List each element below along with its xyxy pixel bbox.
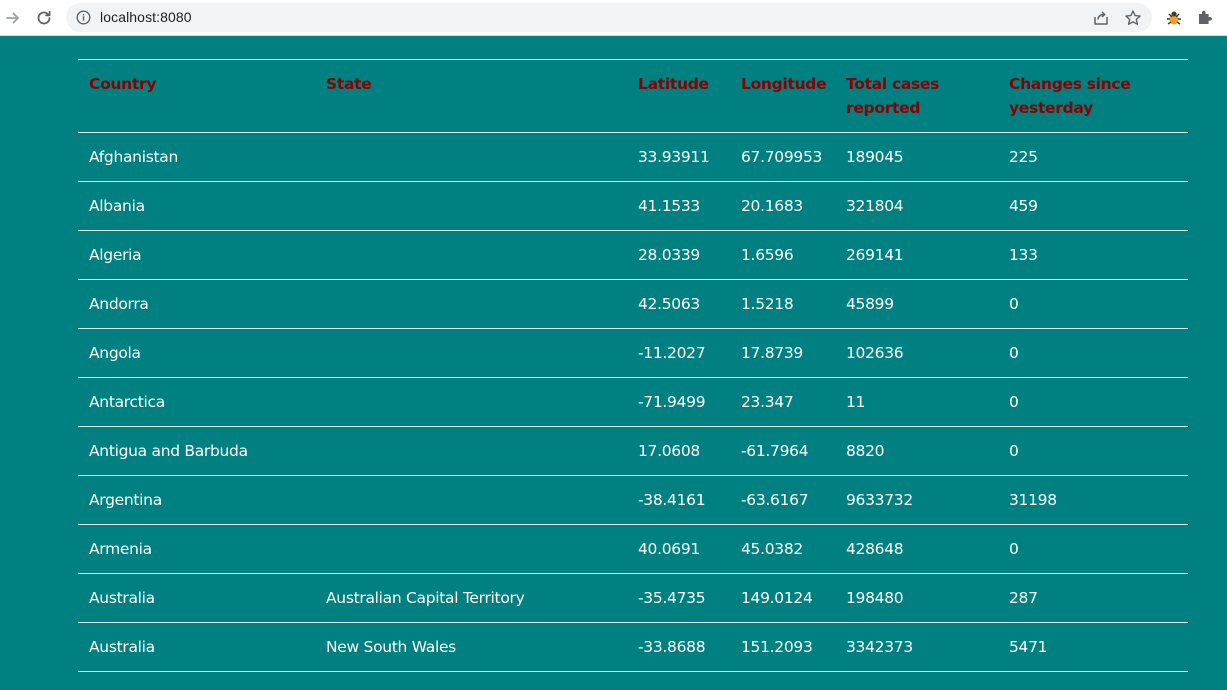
extension-bug-icon[interactable] (1164, 8, 1184, 28)
table-header-row: Country State Latitude Longitude Total c… (78, 59, 1188, 133)
cell-country: Antarctica (89, 393, 165, 411)
cell-changes: 225 (1009, 148, 1038, 166)
header-latitude: Latitude (638, 75, 709, 93)
table-row: Antigua and Barbuda 17.0608 -61.7964 8820 0 (78, 427, 1188, 476)
cell-country: Algeria (89, 246, 142, 264)
table-row: Algeria 28.0339 1.6596 269141 133 (78, 231, 1188, 280)
cell-state (315, 427, 627, 476)
cell-state (315, 182, 627, 231)
cell-longitude: 1.6596 (741, 246, 794, 264)
cell-country: Albania (89, 197, 145, 215)
cell-longitude: 149.0124 (741, 589, 813, 607)
cell-total-cases: 189045 (846, 148, 904, 166)
cell-latitude: -35.4735 (638, 589, 706, 607)
cell-total-cases: 8820 (846, 442, 885, 460)
cell-country: Afghanistan (89, 148, 178, 166)
cell-changes: 0 (1009, 442, 1019, 460)
cell-latitude: 28.0339 (638, 246, 700, 264)
puzzle-icon[interactable] (1196, 8, 1214, 26)
cell-country: Australia (89, 638, 155, 656)
cell-state (315, 133, 627, 182)
browser-toolbar: localhost:8080 (0, 0, 1227, 36)
cell-country: Argentina (89, 491, 162, 509)
page-content: Country State Latitude Longitude Total c… (0, 36, 1227, 690)
cell-changes: 0 (1009, 540, 1019, 558)
cell-total-cases: 198480 (846, 589, 904, 607)
cell-total-cases: 321804 (846, 197, 904, 215)
cell-country: Angola (89, 344, 141, 362)
reload-button[interactable] (32, 6, 56, 30)
cell-latitude: 40.0691 (638, 540, 700, 558)
cell-total-cases: 428648 (846, 540, 904, 558)
cell-state: New South Wales (326, 638, 456, 656)
address-bar[interactable]: localhost:8080 (66, 3, 1152, 32)
cell-latitude: 33.93911 (638, 148, 710, 166)
cell-total-cases: 3342373 (846, 638, 913, 656)
cell-total-cases: 11 (846, 393, 866, 411)
cell-changes: 0 (1009, 344, 1019, 362)
cell-state (315, 280, 627, 329)
cell-longitude: -61.7964 (741, 442, 809, 460)
cell-latitude: -71.9499 (638, 393, 706, 411)
table-row: Antarctica -71.9499 23.347 11 0 (78, 378, 1188, 427)
cell-country: Antigua and Barbuda (89, 442, 248, 460)
star-icon[interactable] (1124, 9, 1142, 27)
cell-changes: 0 (1009, 393, 1019, 411)
header-state: State (326, 75, 372, 93)
table-row: Albania 41.1533 20.1683 321804 459 (78, 182, 1188, 231)
cell-longitude: 1.5218 (741, 295, 794, 313)
header-country: Country (89, 75, 157, 93)
cell-changes: 133 (1009, 246, 1038, 264)
cell-country: Andorra (89, 295, 149, 313)
info-icon[interactable] (76, 10, 91, 25)
cell-longitude: 45.0382 (741, 540, 803, 558)
table-body: Afghanistan 33.93911 67.709953 189045 225 Alb… (78, 133, 1188, 672)
back-button[interactable] (1, 6, 25, 30)
cell-longitude: 151.2093 (741, 638, 813, 656)
cell-state (315, 378, 627, 427)
table-row: Angola -11.2027 17.8739 102636 0 (78, 329, 1188, 378)
cell-longitude: 67.709953 (741, 148, 823, 166)
table-row: Afghanistan 33.93911 67.709953 189045 225 (78, 133, 1188, 182)
cell-state (315, 231, 627, 280)
cell-total-cases: 9633732 (846, 491, 913, 509)
cell-changes: 459 (1009, 197, 1038, 215)
reload-icon (37, 10, 51, 25)
cell-changes: 0 (1009, 295, 1019, 313)
cell-country: Armenia (89, 540, 152, 558)
table-row: Australia Australian Capital Territory -35… (78, 574, 1188, 623)
back-arrow-icon (6, 12, 19, 24)
cell-longitude: -63.6167 (741, 491, 809, 509)
cell-longitude: 23.347 (741, 393, 794, 411)
cell-state: Australian Capital Territory (326, 589, 525, 607)
cell-latitude: 17.0608 (638, 442, 700, 460)
cell-latitude: -38.4161 (638, 491, 706, 509)
share-icon[interactable] (1092, 9, 1110, 27)
cell-longitude: 20.1683 (741, 197, 803, 215)
covid-cases-table: Country State Latitude Longitude Total c… (78, 59, 1188, 672)
cell-total-cases: 269141 (846, 246, 904, 264)
cell-latitude: 42.5063 (638, 295, 700, 313)
url-text[interactable]: localhost:8080 (100, 9, 192, 25)
cell-longitude: 17.8739 (741, 344, 803, 362)
cell-changes: 31198 (1009, 491, 1057, 509)
cell-country: Australia (89, 589, 155, 607)
cell-total-cases: 102636 (846, 344, 904, 362)
header-total-cases: Total cases reported (846, 75, 940, 117)
cell-changes: 287 (1009, 589, 1038, 607)
cell-latitude: -11.2027 (638, 344, 706, 362)
cell-latitude: -33.8688 (638, 638, 706, 656)
table-row: Argentina -38.4161 -63.6167 9633732 31198 (78, 476, 1188, 525)
header-changes: Changes since yesterday (1009, 75, 1131, 117)
cell-changes: 5471 (1009, 638, 1048, 656)
table-row: Armenia 40.0691 45.0382 428648 0 (78, 525, 1188, 574)
cell-total-cases: 45899 (846, 295, 894, 313)
header-longitude: Longitude (741, 75, 827, 93)
table-row: Andorra 42.5063 1.5218 45899 0 (78, 280, 1188, 329)
cell-latitude: 41.1533 (638, 197, 700, 215)
table-row: Australia New South Wales -33.8688 151.2093… (78, 623, 1188, 672)
cell-state (315, 525, 627, 574)
cell-state (315, 329, 627, 378)
cell-state (315, 476, 627, 525)
